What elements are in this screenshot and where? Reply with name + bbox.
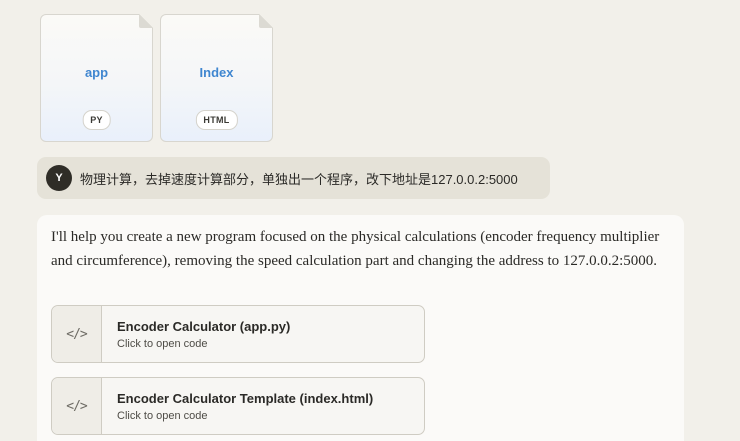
attachment-name: Index	[199, 65, 234, 80]
user-avatar: Y	[46, 165, 72, 191]
code-icon: </>	[66, 398, 88, 414]
artifact-index-html[interactable]: </> Encoder Calculator Template (index.h…	[51, 377, 425, 435]
code-icon: </>	[66, 326, 88, 342]
assistant-message-text: I'll help you create a new program focus…	[51, 229, 660, 269]
user-message-text: 物理计算，去掉速度计算部分，单独出一个程序，改下地址是127.0.0.2:500…	[80, 171, 518, 187]
page-fold-icon	[259, 14, 273, 28]
assistant-message: I'll help you create a new program focus…	[37, 215, 684, 441]
attachment-name: app	[84, 65, 109, 80]
artifact-info: Encoder Calculator Template (index.html)…	[102, 378, 373, 434]
artifact-subtitle: Click to open code	[117, 409, 208, 422]
artifact-app-py[interactable]: </> Encoder Calculator (app.py) Click to…	[51, 305, 425, 363]
artifact-title: Encoder Calculator Template (index.html)	[117, 390, 374, 406]
attachment-ext-badge: PY	[82, 110, 111, 130]
artifact-icon-box: </>	[52, 306, 102, 362]
attachment-index-html[interactable]: Index HTML	[160, 14, 273, 142]
user-message: Y 物理计算，去掉速度计算部分，单独出一个程序，改下地址是127.0.0.2:5…	[37, 157, 550, 199]
page-fold-icon	[139, 14, 153, 28]
artifact-icon-box: </>	[52, 378, 102, 434]
artifact-info: Encoder Calculator (app.py) Click to ope…	[102, 306, 290, 362]
attachments-row: app PY Index HTML	[40, 14, 273, 142]
artifact-subtitle: Click to open code	[117, 337, 208, 350]
artifact-title: Encoder Calculator (app.py)	[117, 318, 291, 334]
attachment-ext-badge: HTML	[195, 110, 238, 130]
attachment-app-py[interactable]: app PY	[40, 14, 153, 142]
chat-page: app PY Index HTML Y 物理计算，去掉速度计算部分，单独出一个程…	[0, 0, 740, 441]
